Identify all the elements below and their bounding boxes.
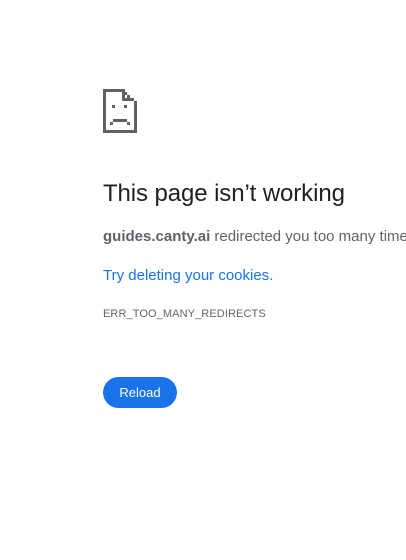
error-suggestion: Try deleting your cookies.	[103, 267, 273, 284]
host-name: guides.canty.ai	[103, 228, 211, 245]
error-heading: This page isn’t working	[103, 180, 345, 207]
summary-message: redirected you too many times.	[210, 228, 406, 245]
error-code: ERR_TOO_MANY_REDIRECTS	[103, 308, 266, 320]
suggestion-suffix: .	[269, 267, 274, 284]
delete-cookies-link[interactable]: Try deleting your cookies	[103, 267, 269, 284]
error-summary: guides.canty.ai redirected you too many …	[103, 228, 406, 245]
reload-button[interactable]: Reload	[103, 377, 177, 408]
error-page: This page isn’t working guides.canty.ai …	[103, 0, 406, 560]
sad-document-icon	[103, 89, 137, 133]
